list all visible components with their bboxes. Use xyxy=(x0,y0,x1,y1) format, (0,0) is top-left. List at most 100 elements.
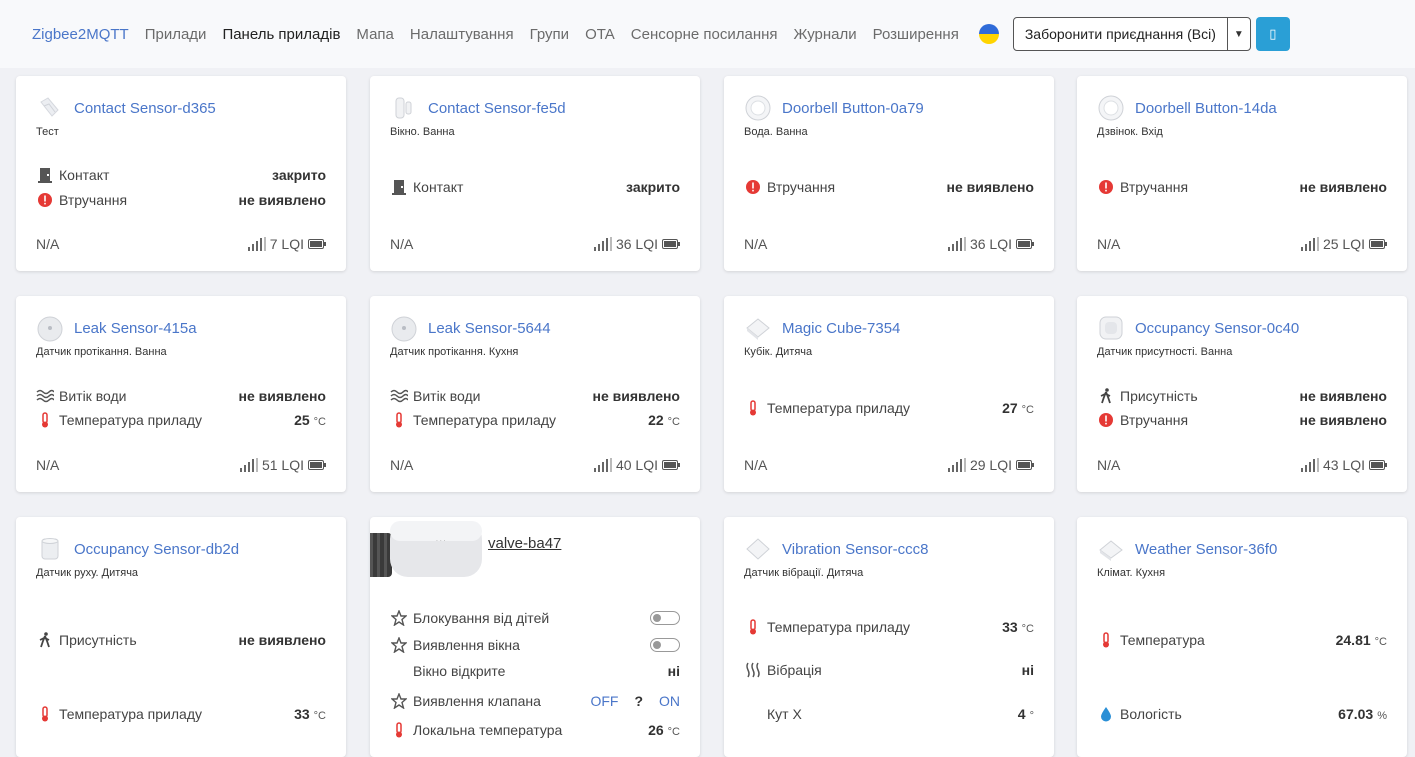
thermometer-icon xyxy=(36,705,54,723)
occupancy-sensor-icon xyxy=(1099,316,1123,340)
lqi-value: 43 LQI xyxy=(1322,457,1365,473)
lqi-value: 7 LQI xyxy=(269,236,304,252)
device-link[interactable]: Contact Sensor-d365 xyxy=(74,100,216,117)
device-subtitle: Вода. Ванна xyxy=(744,126,808,138)
nav-devices[interactable]: Прилади xyxy=(145,26,207,43)
card-footer: N/A 43 LQI xyxy=(1097,455,1387,475)
top-navbar: Zigbee2MQTT Прилади Панель приладів Мапа… xyxy=(0,0,1415,68)
signal-icon xyxy=(239,458,258,472)
device-subtitle: Датчик протікання. Ванна xyxy=(36,346,167,358)
cylinder-sensor-icon xyxy=(41,538,59,560)
contact-sensor-icon xyxy=(40,97,59,117)
walking-person-icon xyxy=(36,631,54,649)
battery-icon xyxy=(1016,460,1034,470)
device-card: Weather Sensor-36f0 Клімат. Кухня Темпер… xyxy=(1077,517,1407,757)
device-link[interactable]: Contact Sensor-fe5d xyxy=(428,100,566,117)
leak-sensor-icon xyxy=(37,316,63,342)
contact-sensor-icon xyxy=(395,97,412,119)
leak-sensor-icon xyxy=(391,316,417,342)
device-link[interactable]: Leak Sensor-5644 xyxy=(428,320,551,337)
prop-row: Температура приладу 25 °C xyxy=(36,409,326,431)
thermometer-icon xyxy=(390,411,408,429)
walking-person-icon xyxy=(1097,387,1115,405)
device-link[interactable]: Leak Sensor-415a xyxy=(74,320,197,337)
nav-groups[interactable]: Групи xyxy=(530,26,569,43)
nav-dashboard[interactable]: Панель приладів xyxy=(222,26,340,43)
window-detection-toggle[interactable] xyxy=(650,638,680,652)
nav-extensions[interactable]: Розширення xyxy=(873,26,959,43)
valve-detection-unknown[interactable]: ? xyxy=(634,693,643,709)
theme-toggle-button[interactable]: ▯ xyxy=(1255,17,1290,51)
device-card: Occupancy Sensor-db2d Датчик руху. Дитяч… xyxy=(16,517,346,757)
weather-sensor-icon xyxy=(1099,540,1123,561)
prop-row: Втручання не виявлено xyxy=(36,189,326,211)
prop-row: Присутність не виявлено xyxy=(36,629,326,651)
nav-settings[interactable]: Налаштування xyxy=(410,26,514,43)
prop-row: Температура 24.81 °C xyxy=(1097,629,1387,651)
permit-join-dropdown: Заборонити приєднання (Всі) ▼ xyxy=(1012,17,1251,51)
signal-icon xyxy=(947,458,966,472)
device-link[interactable]: Vibration Sensor-ccc8 xyxy=(782,541,928,558)
prop-row: Вікно відкрите ні xyxy=(413,663,680,679)
prop-row: Вологість 67.03% xyxy=(1097,703,1387,725)
prop-row: Витік води не виявлено xyxy=(36,385,326,407)
permit-join-button[interactable]: Заборонити приєднання (Всі) xyxy=(1014,18,1228,50)
device-card: Doorbell Button-14da Дзвінок. Вхід Втруч… xyxy=(1077,76,1407,271)
signal-icon xyxy=(593,458,612,472)
door-icon xyxy=(36,166,54,184)
brand-link[interactable]: Zigbee2MQTT xyxy=(32,26,129,43)
star-icon xyxy=(390,609,408,627)
lqi-value: 40 LQI xyxy=(615,457,658,473)
battery-icon xyxy=(1369,460,1387,470)
lqi-value: 29 LQI xyxy=(969,457,1012,473)
lqi-value: 36 LQI xyxy=(969,236,1012,252)
prop-row: Температура приладу 27 °C xyxy=(744,397,1034,419)
device-link[interactable]: Doorbell Button-0a79 xyxy=(782,100,924,117)
alert-circle-icon xyxy=(744,178,762,196)
device-link[interactable]: Occupancy Sensor-db2d xyxy=(74,541,239,558)
battery-icon xyxy=(1016,239,1034,249)
valve-detection-on[interactable]: ON xyxy=(659,693,680,709)
valve-detection-off[interactable]: OFF xyxy=(590,693,618,709)
device-card: Contact Sensor-fe5d Вікно. Ванна Контакт… xyxy=(370,76,700,271)
language-flag-icon[interactable] xyxy=(978,24,999,44)
water-waves-icon xyxy=(36,387,54,405)
nav-logs[interactable]: Журнали xyxy=(794,26,857,43)
device-link[interactable]: Doorbell Button-14da xyxy=(1135,100,1277,117)
alert-circle-icon xyxy=(36,191,54,209)
lqi-value: 36 LQI xyxy=(615,236,658,252)
last-seen-status: N/A xyxy=(744,236,768,252)
device-subtitle: Датчик руху. Дитяча xyxy=(36,567,139,579)
battery-icon xyxy=(662,460,680,470)
prop-row: Присутність не виявлено xyxy=(1097,385,1387,407)
device-card: Magic Cube-7354 Кубік. Дитяча Температур… xyxy=(724,296,1054,492)
prop-row: Блокування від дітей xyxy=(390,607,680,629)
signal-icon xyxy=(1300,458,1319,472)
card-footer: N/A 51 LQI xyxy=(36,455,326,475)
child-lock-toggle[interactable] xyxy=(650,611,680,625)
device-link[interactable]: Weather Sensor-36f0 xyxy=(1135,541,1277,558)
water-drop-icon xyxy=(1097,705,1115,723)
last-seen-status: N/A xyxy=(1097,457,1121,473)
prop-row: Локальна температура 26 °C xyxy=(390,719,680,741)
device-link[interactable]: Occupancy Sensor-0c40 xyxy=(1135,320,1299,337)
device-subtitle: Датчик вібрації. Дитяча xyxy=(744,567,864,579)
battery-icon xyxy=(1369,239,1387,249)
chevron-down-icon[interactable]: ▼ xyxy=(1228,18,1250,50)
prop-row: Контакт закрито xyxy=(390,176,680,198)
device-card: Leak Sensor-415a Датчик протікання. Ванн… xyxy=(16,296,346,492)
prop-row: Витік води не виявлено xyxy=(390,385,680,407)
device-card: Leak Sensor-5644 Датчик протікання. Кухн… xyxy=(370,296,700,492)
prop-row: Кут X 4 ° xyxy=(767,706,1034,722)
nav-ota[interactable]: OTA xyxy=(585,26,615,43)
last-seen-status: N/A xyxy=(390,457,414,473)
card-footer: N/A 36 LQI xyxy=(390,234,680,254)
nav-map[interactable]: Мапа xyxy=(356,26,393,43)
device-link[interactable]: valve-ba47 xyxy=(488,535,561,552)
device-link[interactable]: Magic Cube-7354 xyxy=(782,320,900,337)
device-card: Vibration Sensor-ccc8 Датчик вібрації. Д… xyxy=(724,517,1054,757)
device-subtitle: Вікно. Ванна xyxy=(390,126,455,138)
prop-row: Вібрація ні xyxy=(744,659,1034,681)
prop-row: Температура приладу 33 °C xyxy=(744,616,1034,638)
nav-touchlink[interactable]: Сенсорне посилання xyxy=(631,26,778,43)
